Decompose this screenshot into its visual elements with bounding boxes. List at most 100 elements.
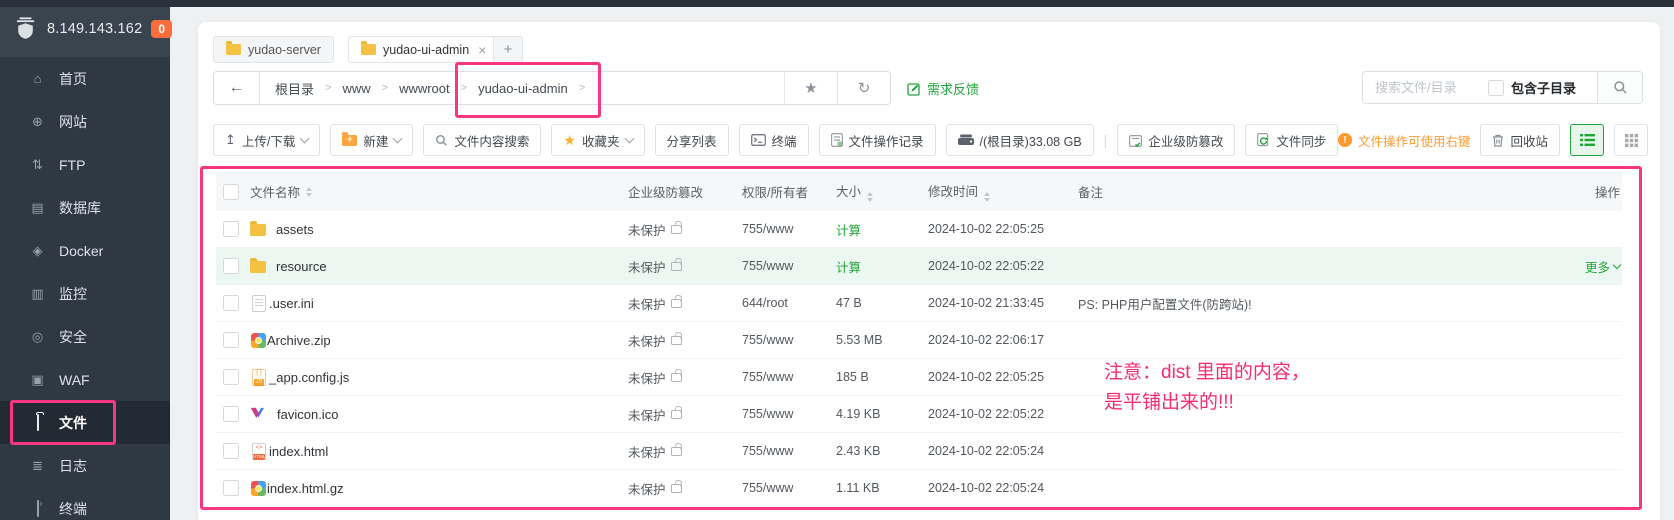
sidebar-item-security[interactable]: ◎安全 (0, 315, 170, 358)
file-name[interactable]: favicon.ico (277, 407, 338, 422)
content-search-button[interactable]: 文件内容搜索 (423, 124, 541, 156)
sidebar-item-home[interactable]: ⌂首页 (0, 57, 170, 100)
breadcrumb-www[interactable]: www (342, 81, 370, 96)
file-note: PS: PHP用户配置文件(防跨站)! (1078, 294, 1530, 313)
table-row-assets[interactable]: assets 未保护 755/www 计算 2024-10-02 22:05:2… (216, 211, 1622, 248)
logs-icon: ≣ (29, 458, 46, 474)
row-checkbox[interactable] (223, 369, 239, 385)
table-row-favicon-ico[interactable]: favicon.ico 未保护 755/www 4.19 KB 2024-10-… (216, 396, 1622, 433)
sidebar-item-logs[interactable]: ≣日志 (0, 444, 170, 487)
size-calc-link[interactable]: 计算 (836, 261, 861, 275)
file-name[interactable]: Archive.zip (267, 333, 331, 348)
table-row-index-html[interactable]: index.html 未保护 755/www 2.43 KB 2024-10-0… (216, 433, 1622, 470)
button-label: 上传/下载 (242, 131, 295, 150)
sidebar-item-label: Docker (59, 243, 103, 259)
file-name[interactable]: _app.config.js (269, 370, 349, 385)
file-name[interactable]: index.html (269, 444, 328, 459)
sidebar-item-ftp[interactable]: ⇅FTP (0, 143, 170, 186)
unlock-icon (671, 225, 682, 234)
home-icon: ⌂ (29, 71, 46, 86)
tamper-status: 未保护 (628, 409, 666, 423)
favorites-button[interactable]: ★ 收藏夹 (551, 124, 644, 156)
permission-owner: 755/www (742, 407, 836, 421)
close-icon[interactable]: × (478, 42, 486, 58)
sort-icon[interactable] (984, 192, 990, 202)
row-checkbox[interactable] (223, 332, 239, 348)
breadcrumb-wwwroot[interactable]: wwwroot (399, 81, 450, 96)
size-calc-link[interactable]: 计算 (836, 224, 861, 238)
sidebar-item-website[interactable]: ⊕网站 (0, 100, 170, 143)
tamper-proof-button[interactable]: 企业级防篡改 (1117, 124, 1235, 156)
row-checkbox[interactable] (223, 443, 239, 459)
search-button[interactable] (1597, 72, 1642, 103)
file-name[interactable]: resource (276, 259, 327, 274)
sidebar-item-label: FTP (59, 157, 85, 173)
upload-download-button[interactable]: ↥ 上传/下载 (213, 124, 320, 156)
recycle-bin-button[interactable]: 回收站 (1480, 124, 1560, 156)
feedback-link[interactable]: 需求反馈 (907, 79, 979, 98)
list-view-button[interactable] (1570, 124, 1604, 156)
search-input[interactable] (1373, 79, 1481, 96)
sidebar-item-docker[interactable]: ◈Docker (0, 229, 170, 272)
file-sync-button[interactable]: 文件同步 (1245, 124, 1338, 156)
header-action: 操作 (1530, 182, 1622, 201)
new-folder-icon (342, 135, 357, 146)
table-row-app-config-js[interactable]: _app.config.js 未保护 755/www 185 B 2024-10… (216, 359, 1622, 396)
button-label: 文件内容搜索 (454, 131, 529, 150)
row-checkbox[interactable] (223, 480, 239, 496)
table-row-archive-zip[interactable]: Archive.zip 未保护 755/www 5.53 MB 2024-10-… (216, 322, 1622, 359)
feedback-label: 需求反馈 (927, 79, 979, 98)
new-file-button[interactable]: 新建 (330, 124, 413, 156)
table-row-resource[interactable]: resource 未保护 755/www 计算 2024-10-02 22:05… (216, 248, 1622, 285)
tab-yudao-ui-admin[interactable]: yudao-ui-admin × (348, 36, 499, 63)
add-tab-button[interactable]: + (493, 36, 523, 63)
file-operation-log-button[interactable]: 文件操作记录 (819, 124, 936, 156)
tamper-status: 未保护 (628, 261, 666, 275)
row-checkbox[interactable] (223, 295, 239, 311)
unlock-icon (671, 447, 682, 456)
favorite-path-button[interactable]: ★ (784, 72, 837, 104)
sidebar-item-waf[interactable]: ▣WAF (0, 358, 170, 401)
grid-view-button[interactable] (1614, 124, 1648, 156)
notification-badge[interactable]: 0 (151, 20, 172, 38)
info-icon: ! (1338, 133, 1352, 147)
modified-time: 2024-10-02 22:06:17 (928, 333, 1078, 347)
sidebar-item-terminal[interactable]: 终端 (0, 487, 170, 520)
back-button[interactable]: ← (214, 72, 260, 104)
table-row-user-ini[interactable]: .user.ini 未保护 644/root 47 B 2024-10-02 2… (216, 285, 1622, 322)
row-checkbox[interactable] (223, 221, 239, 237)
share-list-button[interactable]: 分享列表 (655, 124, 729, 156)
include-subdir-checkbox[interactable] (1488, 80, 1504, 96)
file-size: 4.19 KB (836, 407, 928, 421)
row-checkbox[interactable] (223, 406, 239, 422)
disk-usage-button[interactable]: /(根目录)33.08 GB (946, 124, 1094, 156)
sidebar-item-database[interactable]: ▤数据库 (0, 186, 170, 229)
file-name[interactable]: index.html.gz (267, 481, 344, 496)
refresh-button[interactable]: ↻ (837, 72, 890, 104)
row-checkbox[interactable] (223, 258, 239, 274)
terminal-icon (29, 501, 46, 516)
trash-icon (1492, 134, 1504, 147)
document-icon (831, 133, 843, 147)
tab-yudao-server[interactable]: yudao-server (213, 36, 334, 63)
feedback-edit-icon (907, 82, 921, 96)
terminal-button[interactable]: 终端 (739, 124, 809, 156)
table-row-index-html-gz[interactable]: index.html.gz 未保护 755/www 1.11 KB 2024-1… (216, 470, 1622, 507)
select-all-checkbox[interactable] (223, 184, 239, 200)
file-name[interactable]: .user.ini (269, 296, 314, 311)
server-ip[interactable]: 8.149.143.162 (47, 21, 142, 37)
search-group: 包含子目录 (1362, 71, 1643, 104)
more-actions-link[interactable]: 更多 (1585, 257, 1620, 276)
breadcrumb-root[interactable]: 根目录 (275, 79, 314, 98)
sidebar-item-files[interactable]: 文件 (0, 401, 170, 444)
header-note: 备注 (1078, 182, 1530, 201)
right-click-hint: ! 文件操作可使用右键 (1338, 131, 1471, 150)
sidebar-item-monitor[interactable]: ▥监控 (0, 272, 170, 315)
permission-owner: 755/www (742, 333, 836, 347)
sort-icon[interactable] (867, 192, 873, 202)
js-file-icon (252, 369, 266, 386)
breadcrumb-yudao-ui-admin[interactable]: yudao-ui-admin (478, 81, 568, 96)
sort-icon[interactable] (306, 187, 312, 197)
baota-file-manager-screen: 8.149.143.162 0 ⌂首页 ⊕网站 ⇅FTP ▤数据库 ◈Docke… (0, 0, 1674, 520)
file-name[interactable]: assets (276, 222, 314, 237)
